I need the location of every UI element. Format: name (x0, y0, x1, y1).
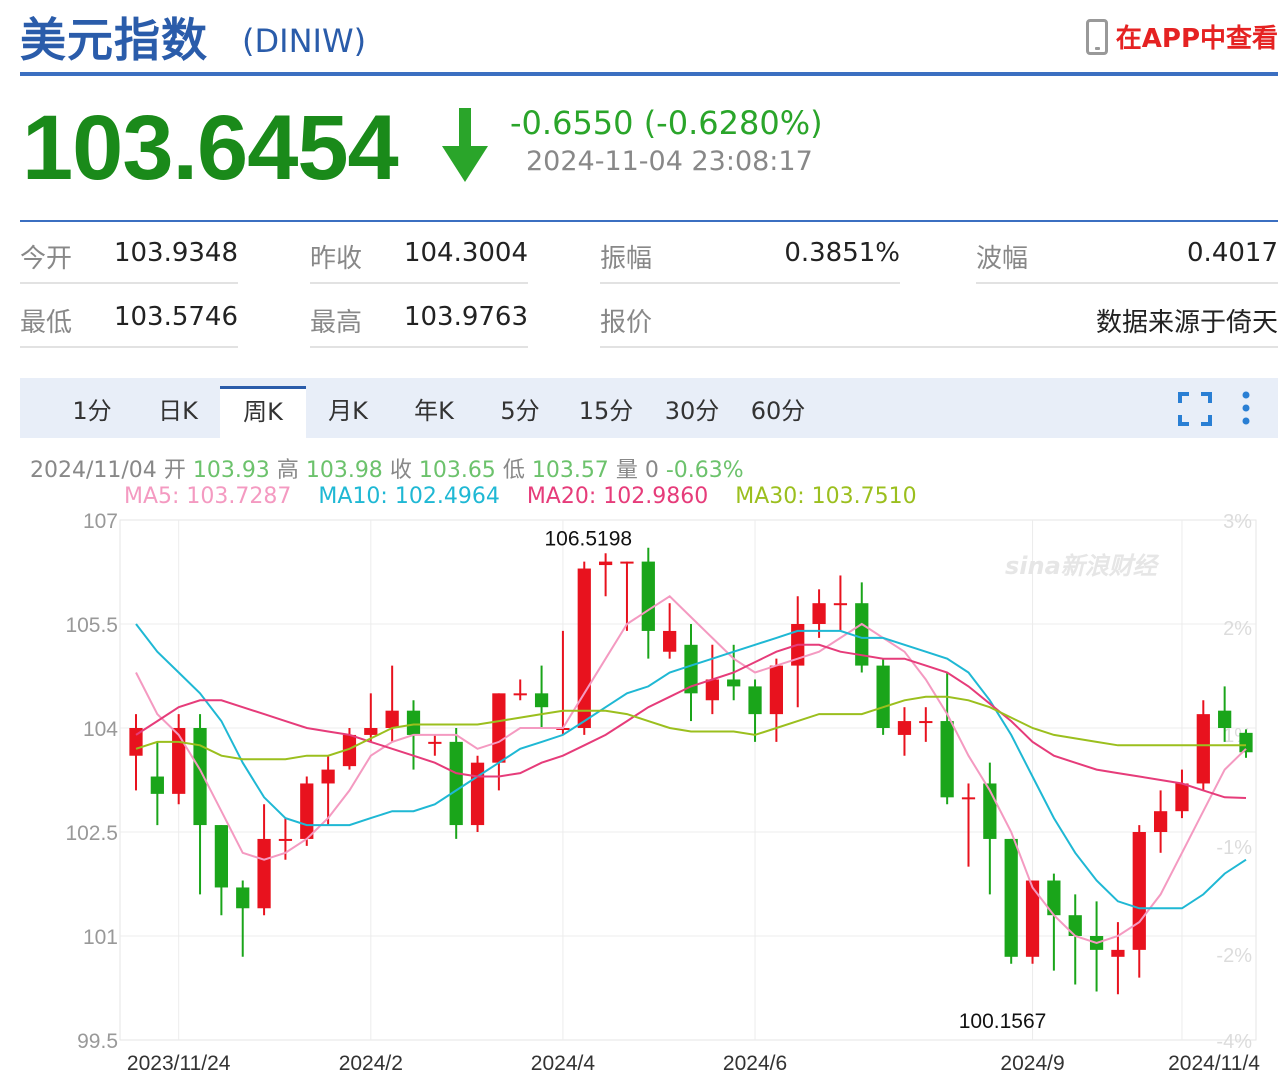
candle-body (897, 721, 912, 735)
stats-grid: 今开 103.9348 昨收 104.3004 振幅 0.3851% 波幅 0.… (20, 222, 1278, 350)
candle-body (598, 561, 613, 566)
y-tick-label: 102.5 (65, 822, 118, 845)
stat-high: 最高 103.9763 (310, 286, 528, 348)
y-tick-label: 107 (83, 510, 118, 533)
candle-body (812, 603, 826, 624)
candle-body (449, 741, 463, 826)
candle-body (1153, 811, 1168, 832)
max-price-label: 106.5198 (544, 527, 632, 550)
candlestick-chart: 107105.5104102.510199.53%2%1%-1%-2%-4%20… (65, 510, 1260, 1075)
stat-low: 最低 103.5746 (20, 286, 238, 348)
chart-panel: 1分 日K 周K 月K 年K 5分 15分 30分 60分 2024/11/04… (20, 378, 1278, 1080)
candle-body (663, 630, 677, 652)
x-tick-label: 2024/4 (531, 1052, 596, 1075)
candle-body (727, 679, 741, 687)
phone-icon (1085, 18, 1108, 55)
x-tick-label: 2024/6 (723, 1052, 787, 1075)
price-change: -0.6550 (-0.6280%) (510, 104, 823, 142)
candle-body (705, 679, 719, 701)
candle-body (428, 741, 442, 744)
candle-body (577, 568, 591, 728)
candle-body (833, 603, 848, 606)
candle-body (1132, 832, 1146, 950)
candle-body (748, 686, 762, 715)
candle-body (364, 728, 378, 735)
open-in-app-link[interactable]: 在APP中查看 (1085, 18, 1278, 55)
candle-body (385, 710, 399, 728)
down-arrow-icon (442, 108, 488, 182)
candle-body (919, 721, 933, 724)
candle-body (513, 693, 527, 696)
candle-body (876, 665, 890, 728)
candle-body (641, 561, 655, 631)
ma-line-ma10 (135, 623, 1247, 910)
quote-timestamp: 2024-11-04 23:08:17 (526, 146, 813, 177)
candle-body (940, 721, 954, 798)
stat-range: 波幅 0.4017 (976, 222, 1278, 284)
candle-body (278, 838, 293, 841)
stat-quote: 报价 数据来源于倚天 (600, 286, 1278, 348)
candle-body (406, 710, 421, 735)
y-pct-label: -4% (1216, 1031, 1252, 1053)
candle-body (470, 762, 485, 826)
candle-body (769, 665, 784, 715)
candle-body (1111, 949, 1125, 957)
stat-prev-close: 昨收 104.3004 (310, 222, 528, 284)
plot-frame (119, 519, 1257, 1041)
y-pct-label: -2% (1216, 945, 1252, 967)
candle-body (150, 776, 164, 794)
candle-body (1175, 783, 1189, 812)
candle-body (236, 887, 250, 909)
candle-body (257, 838, 271, 909)
stat-amplitude: 振幅 0.3851% (600, 222, 900, 284)
y-tick-label: 104 (83, 718, 118, 741)
candle-body (1196, 714, 1210, 784)
candle-body (1004, 838, 1018, 957)
y-pct-label: 3% (1223, 511, 1252, 533)
candle-body (620, 561, 634, 564)
candle-body (961, 797, 976, 800)
stat-open: 今开 103.9348 (20, 222, 238, 284)
candle-body (172, 728, 186, 794)
y-pct-label: -1% (1216, 837, 1252, 859)
page-header: 美元指数 (DINIW) 在APP中查看 (20, 0, 1278, 76)
page-title: 美元指数 (20, 13, 208, 67)
y-pct-label: 2% (1223, 618, 1252, 640)
min-price-label: 100.1567 (959, 1010, 1047, 1033)
candle-body (534, 693, 549, 708)
open-in-app-label: 在APP中查看 (1115, 24, 1278, 54)
current-price: 103.6454 (22, 97, 399, 199)
candle-body (1218, 710, 1232, 728)
candle-body (492, 693, 506, 763)
candle-body (321, 769, 335, 784)
y-tick-label: 101 (83, 926, 118, 949)
candle-body (214, 825, 229, 888)
y-tick-label: 105.5 (65, 614, 118, 637)
x-tick-label: 2024/9 (1000, 1052, 1064, 1075)
y-tick-label: 99.5 (77, 1030, 118, 1053)
x-tick-label: 2024/2 (339, 1052, 403, 1075)
candle-body (300, 783, 314, 839)
symbol-code: (DINIW) (242, 22, 367, 60)
x-tick-label: 2024/11/4 (1168, 1052, 1260, 1075)
sina-watermark: sina新浪财经 (1005, 552, 1160, 580)
x-tick-label: 2023/11/24 (127, 1052, 231, 1075)
